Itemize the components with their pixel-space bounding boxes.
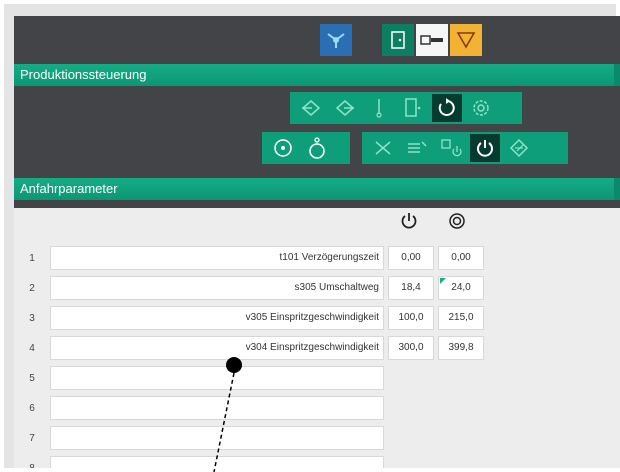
door-icon[interactable] — [382, 24, 414, 56]
screw-icon[interactable] — [402, 134, 432, 162]
inject-back-icon[interactable] — [330, 94, 360, 122]
param-label[interactable]: t101 Verzögerungszeit — [50, 246, 384, 270]
door-dot-icon[interactable] — [398, 94, 428, 122]
table-row: 3 v305 Einspritzgeschwindigkeit 100,0 21… — [14, 306, 614, 332]
control-button-group-3 — [362, 132, 568, 164]
row-number: 4 — [29, 343, 35, 354]
standby-power-icon[interactable] — [436, 134, 466, 162]
machine-panel: Produktionssteuerung Anfahrparameter 1 t… — [14, 16, 620, 468]
control-button-group-2 — [262, 132, 350, 164]
row-number: 1 — [29, 253, 35, 264]
param-value-2-text: 24,0 — [451, 282, 471, 293]
gear-icon[interactable] — [466, 94, 496, 122]
param-label[interactable]: v305 Einspritzgeschwindigkeit — [50, 306, 384, 330]
param-value-1[interactable]: 100,0 — [388, 306, 434, 330]
param-value-1[interactable]: 300,0 — [388, 336, 434, 360]
param-value-2[interactable]: 399,8 — [438, 336, 484, 360]
section-header-control: Produktionssteuerung — [14, 64, 620, 86]
param-value-1[interactable]: 18,4 — [388, 276, 434, 300]
table-row: 6 — [14, 396, 614, 422]
section-header-params: Anfahrparameter — [14, 178, 620, 200]
power-icon[interactable] — [470, 134, 500, 162]
param-value-1[interactable]: 0,00 — [388, 246, 434, 270]
row-number: 8 — [18, 456, 46, 468]
row-number: 2 — [29, 283, 35, 294]
section-title: Produktionssteuerung — [20, 67, 147, 82]
table-row: 5 — [14, 366, 614, 392]
crossing-icon[interactable] — [368, 134, 398, 162]
target-icon[interactable] — [268, 134, 298, 162]
table-row: 1 t101 Verzögerungszeit 0,00 0,00 — [14, 246, 614, 272]
row-number: 5 — [29, 373, 35, 384]
person-icon[interactable] — [302, 134, 332, 162]
machine-icon[interactable] — [416, 24, 448, 56]
layers-icon[interactable] — [504, 134, 534, 162]
section-title: Anfahrparameter — [20, 181, 118, 196]
param-label[interactable] — [50, 366, 384, 390]
table-row: 2 s305 Umschaltweg 18,4 24,0 — [14, 276, 614, 302]
param-value-2[interactable]: 215,0 — [438, 306, 484, 330]
row-number: 7 — [29, 433, 35, 444]
table-row: 4 v304 Einspritzgeschwindigkeit 300,0 39… — [14, 336, 614, 362]
modified-marker — [440, 278, 446, 284]
param-label[interactable]: s305 Umschaltweg — [50, 276, 384, 300]
param-value-2[interactable]: 24,0 — [438, 276, 484, 300]
cycle-icon[interactable] — [432, 94, 462, 122]
param-label[interactable]: v304 Einspritzgeschwindigkeit — [50, 336, 384, 360]
single-line-icon[interactable] — [364, 94, 394, 122]
row-number: 3 — [29, 313, 35, 324]
row-number: 6 — [29, 403, 35, 414]
param-label[interactable] — [50, 396, 384, 420]
param-value-2[interactable]: 0,00 — [438, 246, 484, 270]
nozzle-icon — [434, 212, 480, 236]
params-table: 1 t101 Verzögerungszeit 0,00 0,00 2 s305… — [14, 208, 620, 468]
power-icon — [386, 212, 432, 236]
param-label[interactable] — [50, 426, 384, 450]
table-row: 7 — [14, 426, 614, 452]
inject-forward-icon[interactable] — [296, 94, 326, 122]
network-icon[interactable] — [320, 24, 352, 56]
param-label[interactable] — [50, 456, 384, 468]
warning-triangle-icon[interactable] — [450, 24, 482, 56]
control-button-group-1 — [290, 92, 522, 124]
pointer-dot — [226, 357, 242, 373]
table-row: 8 — [14, 456, 614, 468]
